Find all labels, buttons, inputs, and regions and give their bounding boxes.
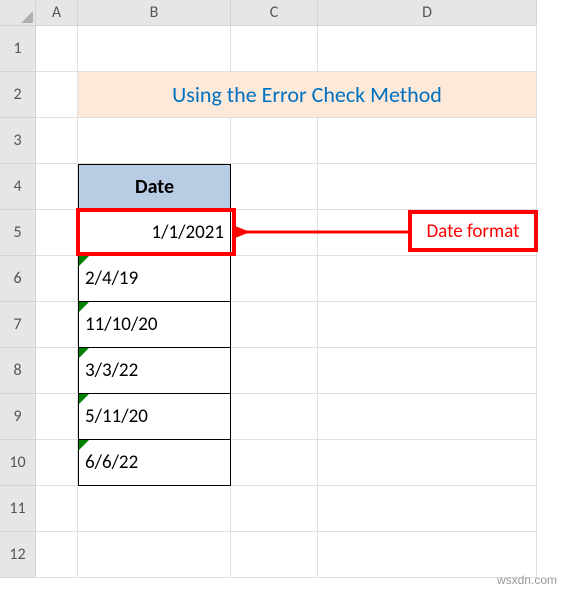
cell-a7[interactable] [36,302,78,348]
cell-c10[interactable] [231,440,318,486]
cell-a3[interactable] [36,118,78,164]
row-header-12[interactable]: 12 [0,532,36,578]
row-header-6[interactable]: 6 [0,256,36,302]
col-header-d[interactable]: D [318,0,537,26]
cell-d8[interactable] [318,348,537,394]
cell-d11[interactable] [318,486,537,532]
cell-a4[interactable] [36,164,78,210]
cell-d7[interactable] [318,302,537,348]
watermark: wsxdn.com [497,573,557,587]
row-header-4[interactable]: 4 [0,164,36,210]
col-header-c[interactable]: C [231,0,318,26]
cell-c9[interactable] [231,394,318,440]
cell-c11[interactable] [231,486,318,532]
cell-b11[interactable] [78,486,231,532]
cell-a10[interactable] [36,440,78,486]
row-header-5[interactable]: 5 [0,210,36,256]
row-header-2[interactable]: 2 [0,72,36,118]
cell-d10[interactable] [318,440,537,486]
row-header-9[interactable]: 9 [0,394,36,440]
cell-b7[interactable]: 11/10/20 [78,302,231,348]
col-header-b[interactable]: B [78,0,231,26]
cell-b6[interactable]: 2/4/19 [78,256,231,302]
cell-b9[interactable]: 5/11/20 [78,394,231,440]
row-header-3[interactable]: 3 [0,118,36,164]
row-header-8[interactable]: 8 [0,348,36,394]
cell-a2[interactable] [36,72,78,118]
cell-d3[interactable] [318,118,537,164]
cell-d1[interactable] [318,26,537,72]
cell-b5[interactable]: 1/1/2021 [78,210,231,256]
cell-c12[interactable] [231,532,318,578]
cell-c8[interactable] [231,348,318,394]
cell-c6[interactable] [231,256,318,302]
cell-a12[interactable] [36,532,78,578]
cell-d12[interactable] [318,532,537,578]
title-cell[interactable]: Using the Error Check Method [78,72,537,118]
cell-a11[interactable] [36,486,78,532]
row-header-10[interactable]: 10 [0,440,36,486]
row-header-7[interactable]: 7 [0,302,36,348]
callout-annotation: Date format [408,210,538,252]
cell-b3[interactable] [78,118,231,164]
cell-b10[interactable]: 6/6/22 [78,440,231,486]
cell-a8[interactable] [36,348,78,394]
cell-b8[interactable]: 3/3/22 [78,348,231,394]
row-header-1[interactable]: 1 [0,26,36,72]
cell-a9[interactable] [36,394,78,440]
cell-c1[interactable] [231,26,318,72]
cell-b12[interactable] [78,532,231,578]
spreadsheet-grid: A B C D 1 2 Using the Error Check Method… [0,0,565,578]
cell-d9[interactable] [318,394,537,440]
cell-a1[interactable] [36,26,78,72]
cell-d6[interactable] [318,256,537,302]
row-header-11[interactable]: 11 [0,486,36,532]
select-all-corner[interactable] [0,0,36,26]
cell-c4[interactable] [231,164,318,210]
cell-a6[interactable] [36,256,78,302]
cell-c5[interactable] [231,210,318,256]
cell-b1[interactable] [78,26,231,72]
cell-d4[interactable] [318,164,537,210]
col-header-a[interactable]: A [36,0,78,26]
cell-c7[interactable] [231,302,318,348]
cell-c3[interactable] [231,118,318,164]
cell-a5[interactable] [36,210,78,256]
table-header-date[interactable]: Date [78,164,231,210]
